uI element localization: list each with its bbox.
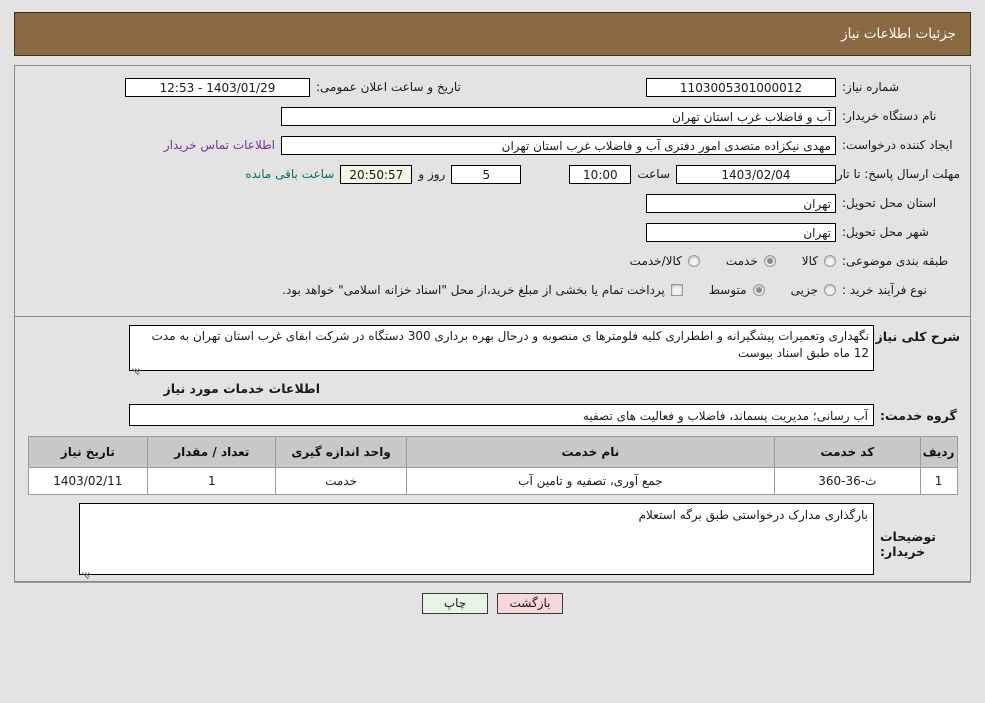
footer-actions: بازگشت چاپ [14,582,971,614]
description-label: شرح کلی نیاز: [870,329,960,344]
radio-label-khedmat: خدمت [725,254,758,268]
radio-icon-motevaset[interactable] [752,284,765,296]
service-group-label: گروه خدمت: [880,407,957,423]
col-radif: ردیف [919,436,958,468]
buyer-notes-label: توضیحات خریدار: [880,529,936,559]
need-number-label: شماره نیاز: [842,80,899,94]
cell-service-code: ث-36-360 [774,467,921,495]
radio-icon-kala-khedmat[interactable] [687,255,700,267]
city-value: تهران [646,222,836,242]
purchase-type-label: نوع فرآیند خرید : [842,283,927,297]
remaining-suffix-label: ساعت باقی مانده [245,167,335,181]
radio-label-motevaset: متوسط [708,283,747,297]
treasury-bond-checkbox-group[interactable]: پرداخت تمام یا بخشی از مبلغ خرید،از محل … [282,283,683,297]
radio-category-kala[interactable]: کالا [802,254,836,268]
col-quantity: تعداد / مقدار [147,436,277,468]
row-subject-category: طبقه بندی موضوعی: کالا خدمت کالا/خدمت [25,248,960,274]
buyer-notes-value: بارگذاری مدارک درخواستی طبق برگه استعلام [638,508,868,522]
radio-icon-jozee[interactable] [824,284,836,296]
row-delivery-province: استان محل تحویل: تهران [25,190,960,216]
treasury-bond-note: پرداخت تمام یا بخشی از مبلغ خرید،از محل … [282,283,665,297]
services-section: شرح کلی نیاز: نگهداری وتعمیرات پیشگیرانه… [14,317,971,582]
print-button[interactable]: چاپ [422,593,488,614]
buyer-org-value: آب و فاضلاب غرب استان تهران [281,106,836,126]
page-header: جزئیات اطلاعات نیاز [14,12,971,56]
table-row: 1 ث-36-360 جمع آوری، تصفیه و تامین آب خد… [27,467,958,495]
back-button[interactable]: بازگشت [497,593,563,614]
description-value: نگهداری وتعمیرات پیشگیرانه و اططراری کلی… [151,329,869,360]
deadline-time-label: ساعت [637,167,670,181]
category-label: طبقه بندی موضوعی: [842,254,949,268]
col-service-name: نام خدمت [405,436,776,468]
row-purchase-type: نوع فرآیند خرید : جزیی متوسط پرداخت تمام… [25,277,960,303]
public-announce-value: 1403/01/29 - 12:53 [125,77,310,97]
province-label: استان محل تحویل: [842,196,937,210]
hours-remaining-value: 20:50:57 [340,164,413,184]
service-group-value: آب رسانی؛ مدیریت پسماند، فاضلاب و فعالیت… [129,404,874,426]
radio-purchase-jozee[interactable]: جزیی [791,283,836,297]
cell-need-date: 1403/02/11 [27,467,149,495]
buyer-org-label: نام دستگاه خریدار: [842,109,937,123]
public-announce-label: تاریخ و ساعت اعلان عمومی: [316,80,461,94]
cell-service-name: جمع آوری، تصفیه و تامین آب [405,467,776,495]
row-buyer-notes: توضیحات خریدار: بارگذاری مدارک درخواستی … [25,503,960,580]
row-delivery-city: شهر محل تحویل: تهران [25,219,960,245]
buyer-contact-link[interactable]: اطلاعات تماس خریدار [164,138,275,152]
services-section-title: اطلاعات خدمات مورد نیاز [163,381,321,396]
creator-value: مهدی نیکزاده متصدی امور دفتری آب و فاضلا… [281,135,836,155]
radio-category-kala-khedmat[interactable]: کالا/خدمت [630,254,700,268]
cell-radif: 1 [919,467,958,495]
row-request-creator: ایجاد کننده درخواست: مهدی نیکزاده متصدی … [25,132,960,158]
buyer-notes-textarea[interactable]: بارگذاری مدارک درخواستی طبق برگه استعلام [79,503,874,580]
description-textarea[interactable]: نگهداری وتعمیرات پیشگیرانه و اططراری کلی… [129,325,874,376]
table-header-row: ردیف کد خدمت نام خدمت واحد اندازه گیری ت… [27,436,958,468]
col-need-date: تاریخ نیاز [27,436,149,468]
services-table: ردیف کد خدمت نام خدمت واحد اندازه گیری ت… [27,436,958,495]
radio-purchase-motevaset[interactable]: متوسط [709,283,765,297]
cell-quantity: 1 [147,467,277,495]
col-service-code: کد خدمت [774,436,921,468]
radio-icon-kala[interactable] [824,255,836,267]
creator-label: ایجاد کننده درخواست: [842,138,953,152]
row-response-deadline: مهلت ارسال پاسخ: تا تاریخ: 1403/02/04 سا… [25,161,960,187]
treasury-bond-checkbox[interactable] [670,284,683,296]
need-info-panel: شماره نیاز: 1103005301000012 تاریخ و ساع… [14,65,971,317]
radio-category-khedmat[interactable]: خدمت [726,254,776,268]
need-number-value: 1103005301000012 [646,77,836,97]
radio-label-kala: کالا [801,254,818,268]
city-label: شهر محل تحویل: [842,225,929,239]
col-measure-unit: واحد اندازه گیری [275,436,407,468]
notes-resize-grip-icon[interactable] [81,564,91,580]
row-buyer-org: نام دستگاه خریدار: آب و فاضلاب غرب استان… [25,103,960,129]
deadline-time-value: 10:00 [569,164,632,184]
cell-measure-unit: خدمت [275,467,407,495]
page-title: جزئیات اطلاعات نیاز [841,26,956,42]
province-value: تهران [646,193,836,213]
radio-label-jozee: جزیی [790,283,818,297]
row-service-group: گروه خدمت: آب رسانی؛ مدیریت پسماند، فاضل… [25,404,960,426]
days-word-label: روز و [418,167,446,181]
resize-grip-icon[interactable] [131,360,141,376]
row-general-description: شرح کلی نیاز: نگهداری وتعمیرات پیشگیرانه… [25,325,960,376]
days-remaining-value: 5 [451,164,522,184]
radio-label-kala-khedmat: کالا/خدمت [629,254,682,268]
deadline-date-value: 1403/02/04 [676,164,836,184]
deadline-label: مهلت ارسال پاسخ: تا تاریخ: [821,166,960,181]
row-need-number: شماره نیاز: 1103005301000012 تاریخ و ساع… [25,74,960,100]
radio-icon-khedmat[interactable] [763,255,776,267]
